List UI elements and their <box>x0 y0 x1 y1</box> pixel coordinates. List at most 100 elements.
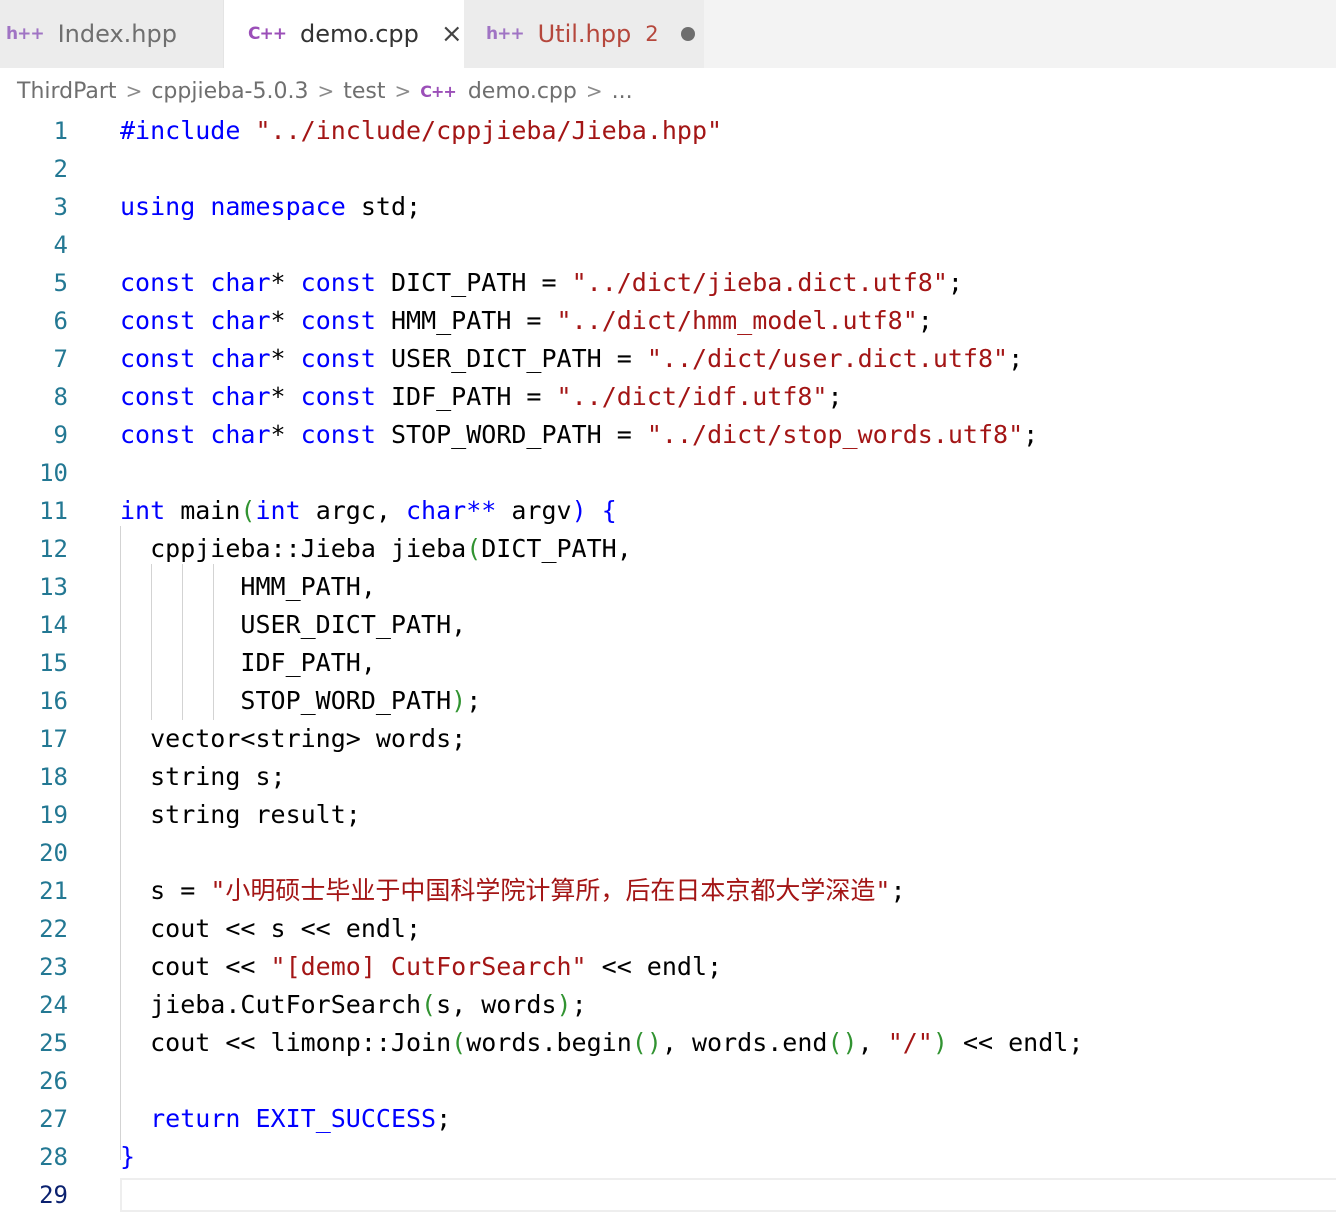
breadcrumb-item-demo-cpp[interactable]: demo.cpp <box>468 79 577 104</box>
code-token: ; <box>1008 344 1024 373</box>
code-line[interactable]: 25 cout << limonp::Join(words.begin(), w… <box>0 1024 1336 1062</box>
code-text: cout << limonp::Join(words.begin(), word… <box>120 1024 1083 1062</box>
code-line[interactable]: 16 STOP_WORD_PATH); <box>0 682 1336 720</box>
code-token: ; <box>917 306 933 335</box>
code-token: const <box>120 306 196 335</box>
code-line[interactable]: 29 <box>0 1176 1336 1214</box>
line-number: 26 <box>39 1067 68 1095</box>
code-line[interactable]: 24 jieba.CutForSearch(s, words); <box>0 986 1336 1024</box>
code-line[interactable]: 11 int main(int argc, char** argv) { <box>0 492 1336 530</box>
code-token: main <box>165 496 241 525</box>
code-token: IDF_PATH = <box>375 382 557 411</box>
code-token: * <box>270 420 301 449</box>
code-token: using <box>120 192 196 221</box>
tab-index-hpp[interactable]: h++ Index.hpp <box>0 0 224 68</box>
code-text: string result; <box>120 796 361 834</box>
code-line[interactable]: 14 USER_DICT_PATH, <box>0 606 1336 644</box>
code-line[interactable]: 27 return EXIT_SUCCESS; <box>0 1100 1336 1138</box>
problems-count-badge: 2 <box>645 22 659 46</box>
code-token: ** <box>466 496 512 525</box>
chevron-right-icon: > <box>585 79 603 103</box>
line-number: 6 <box>53 307 68 335</box>
code-text: jieba.CutForSearch(s, words); <box>120 986 587 1024</box>
code-token: * <box>270 382 301 411</box>
line-number: 22 <box>39 915 68 943</box>
code-text: string s; <box>120 758 286 796</box>
line-number: 24 <box>39 991 68 1019</box>
breadcrumb: ThirdPart > cppjieba-5.0.3 > test > C++ … <box>0 68 1336 114</box>
code-token: "../dict/stop_words.utf8" <box>646 420 1024 449</box>
code-line[interactable]: 22 cout << s << endl; <box>0 910 1336 948</box>
code-token: HMM_PATH, <box>120 572 376 601</box>
breadcrumb-item-test[interactable]: test <box>343 79 385 104</box>
breadcrumb-item-cppjieba[interactable]: cppjieba-5.0.3 <box>151 79 308 104</box>
breadcrumb-item-thirdpart[interactable]: ThirdPart <box>17 79 117 104</box>
code-token: const <box>300 344 376 373</box>
code-line[interactable]: 12 cppjieba::Jieba jieba(DICT_PATH, <box>0 530 1336 568</box>
tab-util-hpp[interactable]: h++ Util.hpp 2 <box>464 0 704 68</box>
code-token: int <box>255 496 301 525</box>
code-editor[interactable]: 1 #include "../include/cppjieba/Jieba.hpp… <box>0 112 1336 1216</box>
cpp-header-file-icon: h++ <box>6 24 45 44</box>
code-line[interactable]: 26 <box>0 1062 1336 1100</box>
code-token: string s; <box>120 762 286 791</box>
code-token: char <box>210 306 271 335</box>
code-text: const char* const HMM_PATH = "../dict/hm… <box>120 302 933 340</box>
editor-tab-bar: h++ Index.hpp C++ demo.cpp × h++ Util.hp… <box>0 0 1336 68</box>
code-line[interactable]: 6 const char* const HMM_PATH = "../dict/h… <box>0 302 1336 340</box>
tab-demo-cpp[interactable]: C++ demo.cpp × <box>224 0 464 68</box>
code-token: ; <box>1023 420 1039 449</box>
code-token: const <box>120 268 196 297</box>
code-text: const char* const USER_DICT_PATH = "../d… <box>120 340 1023 378</box>
code-line[interactable]: 17 vector<string> words; <box>0 720 1336 758</box>
code-line[interactable]: 18 string s; <box>0 758 1336 796</box>
code-text: using namespace std; <box>120 188 421 226</box>
code-token: const <box>120 344 196 373</box>
line-number: 28 <box>39 1143 68 1171</box>
code-line[interactable]: 28} <box>0 1138 1336 1176</box>
code-line[interactable]: 15 IDF_PATH, <box>0 644 1336 682</box>
code-line[interactable]: 3 using namespace std; <box>0 188 1336 226</box>
code-text: s = "小明硕士毕业于中国科学院计算所，后在日本京都大学深造"; <box>120 872 905 910</box>
code-token: STOP_WORD_PATH = <box>375 420 647 449</box>
code-token: USER_DICT_PATH, <box>120 610 467 639</box>
code-line[interactable]: 9 const char* const STOP_WORD_PATH = "../… <box>0 416 1336 454</box>
code-line[interactable]: 19 string result; <box>0 796 1336 834</box>
code-line[interactable]: 5 const char* const DICT_PATH = "../dict/… <box>0 264 1336 302</box>
code-token: USER_DICT_PATH = <box>375 344 647 373</box>
code-text: STOP_WORD_PATH); <box>120 682 481 720</box>
code-token: { <box>601 496 617 525</box>
code-token: char <box>210 382 271 411</box>
code-line[interactable]: 4 <box>0 226 1336 264</box>
code-token: ( <box>240 496 256 525</box>
unsaved-dot-icon[interactable] <box>680 27 695 41</box>
line-number: 25 <box>39 1029 68 1057</box>
code-line[interactable]: 7 const char* const USER_DICT_PATH = "../… <box>0 340 1336 378</box>
code-line[interactable]: 1 #include "../include/cppjieba/Jieba.hpp… <box>0 112 1336 150</box>
breadcrumb-item-symbols[interactable]: ... <box>612 79 633 104</box>
code-text: cout << s << endl; <box>120 910 421 948</box>
code-token: ( <box>451 1028 467 1057</box>
code-line[interactable]: 8 const char* const IDF_PATH = "../dict/i… <box>0 378 1336 416</box>
code-text: #include "../include/cppjieba/Jieba.hpp" <box>120 112 722 150</box>
code-token: } <box>120 1142 136 1171</box>
code-line[interactable]: 2 <box>0 150 1336 188</box>
code-line[interactable]: 23 cout << "[demo] CutForSearch" << endl… <box>0 948 1336 986</box>
code-token: "/" <box>887 1028 933 1057</box>
code-line[interactable]: 21 s = "小明硕士毕业于中国科学院计算所，后在日本京都大学深造"; <box>0 872 1336 910</box>
line-number: 8 <box>53 383 68 411</box>
code-line[interactable]: 10 <box>0 454 1336 492</box>
close-icon[interactable]: × <box>441 21 463 47</box>
line-number: 16 <box>39 687 68 715</box>
line-number: 3 <box>53 193 68 221</box>
code-line[interactable]: 13 HMM_PATH, <box>0 568 1336 606</box>
code-text: cout << "[demo] CutForSearch" << endl; <box>120 948 722 986</box>
chevron-right-icon: > <box>125 79 143 103</box>
code-token: return <box>150 1104 241 1133</box>
code-token: * <box>270 344 301 373</box>
code-token: vector<string> words; <box>120 724 467 753</box>
line-number: 27 <box>39 1105 68 1133</box>
code-line[interactable]: 20 <box>0 834 1336 872</box>
